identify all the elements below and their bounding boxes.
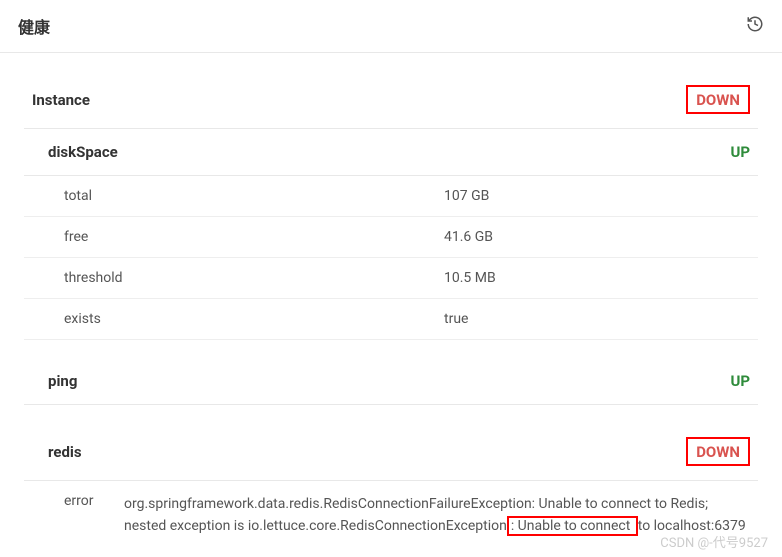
redis-status: DOWN [696,443,740,461]
highlight-box: DOWN [686,437,750,466]
table-row: total 107 GB [24,176,758,217]
redis-label: redis [48,443,82,461]
ping-section[interactable]: ping UP [24,358,758,405]
row-value: 10.5 MB [444,270,750,286]
error-text: org.springframework.data.redis.RedisConn… [124,493,750,538]
diskspace-label: diskSpace [48,143,118,161]
row-value: true [444,311,750,327]
page-title: 健康 [18,14,50,38]
highlight-box: DOWN [686,85,750,114]
row-key: exists [64,311,444,327]
row-value: 41.6 GB [444,229,750,245]
error-key: error [64,493,124,509]
error-row: error org.springframework.data.redis.Red… [24,481,758,550]
page-header: 健康 [0,0,782,53]
diskspace-status: UP [730,143,750,161]
instance-section: Instance DOWN [24,71,758,129]
row-value: 107 GB [444,188,750,204]
row-key: threshold [64,270,444,286]
instance-status: DOWN [696,91,740,109]
error-post: to localhost:6379 [638,518,746,534]
redis-section[interactable]: redis DOWN [24,423,758,481]
table-row: free 41.6 GB [24,217,758,258]
diskspace-section[interactable]: diskSpace UP [24,129,758,176]
health-content: Instance DOWN diskSpace UP total 107 GB … [0,53,782,550]
ping-label: ping [48,372,77,390]
table-row: threshold 10.5 MB [24,258,758,299]
highlight-box: : Unable to connect [507,516,638,536]
row-key: free [64,229,444,245]
ping-status: UP [730,372,750,390]
instance-label: Instance [32,91,90,109]
history-icon[interactable] [746,15,764,37]
row-key: total [64,188,444,204]
table-row: exists true [24,299,758,340]
